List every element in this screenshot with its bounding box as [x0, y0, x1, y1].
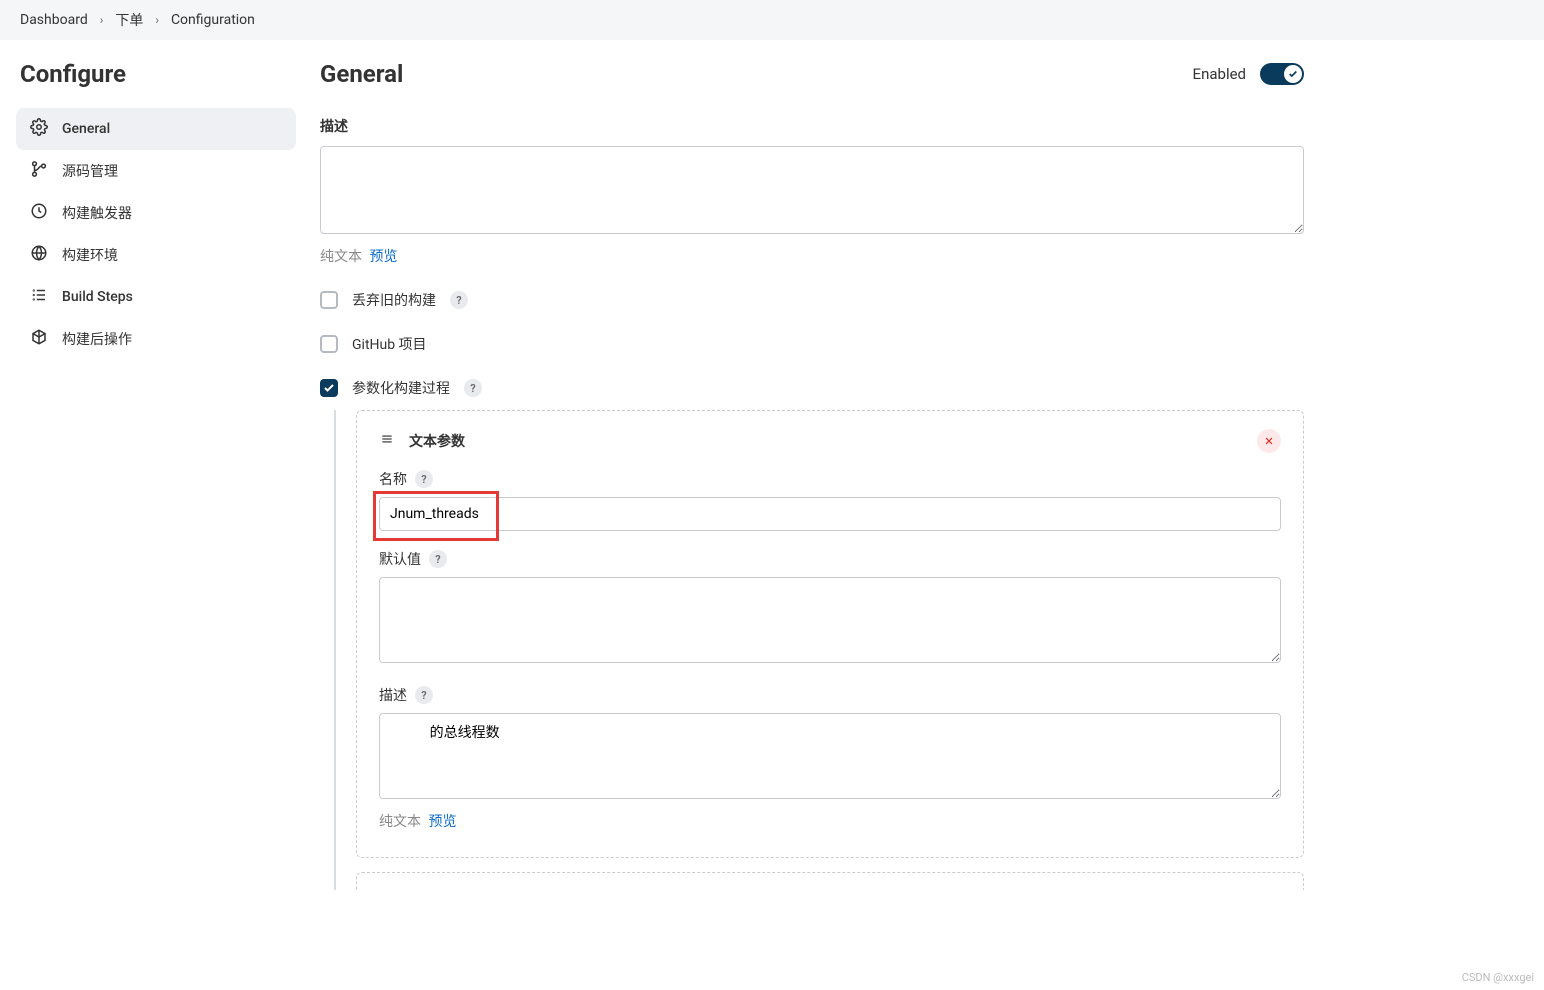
- sidebar-item-label: 构建后操作: [62, 329, 132, 349]
- sidebar-item-label: 构建触发器: [62, 203, 132, 223]
- content: General Enabled 描述 纯文本 预览 丢弃旧的构建 ?: [304, 40, 1544, 930]
- breadcrumb-item-dashboard[interactable]: Dashboard: [20, 12, 88, 28]
- parameterized-build-checkbox[interactable]: [320, 379, 338, 397]
- watermark: CSDN @xxxgei: [1462, 971, 1534, 984]
- package-icon: [30, 328, 48, 350]
- sidebar-item-scm[interactable]: 源码管理: [16, 150, 296, 192]
- plaintext-label: 纯文本: [379, 814, 421, 830]
- param-name-label: 名称: [379, 469, 407, 489]
- parameter-block: 文本参数 名称 ? 默认: [356, 410, 1304, 858]
- list-icon: [30, 286, 48, 308]
- check-icon: [1284, 65, 1302, 83]
- sidebar-item-label: 构建环境: [62, 245, 118, 265]
- help-icon[interactable]: ?: [415, 470, 433, 488]
- sidebar-title: Configure: [16, 60, 296, 88]
- enabled-toggle[interactable]: [1260, 63, 1304, 85]
- sidebar: Configure General 源码管理 构建触发器 构建环境: [0, 40, 304, 930]
- parameter-type-label: 文本参数: [409, 431, 465, 451]
- discard-old-builds-checkbox[interactable]: [320, 291, 338, 309]
- github-project-checkbox[interactable]: [320, 335, 338, 353]
- preview-link[interactable]: 预览: [369, 249, 397, 265]
- param-name-input[interactable]: [379, 497, 1281, 531]
- help-icon[interactable]: ?: [429, 550, 447, 568]
- page-title: General: [320, 60, 403, 88]
- sidebar-item-label: 源码管理: [62, 161, 118, 181]
- breadcrumb-item-project[interactable]: 下单: [115, 10, 143, 30]
- sidebar-item-post-build[interactable]: 构建后操作: [16, 318, 296, 360]
- github-project-label: GitHub 项目: [352, 334, 427, 354]
- breadcrumb-item-current: Configuration: [171, 12, 255, 28]
- sidebar-item-label: General: [62, 121, 110, 137]
- sidebar-item-build-steps[interactable]: Build Steps: [16, 276, 296, 318]
- param-desc-label: 描述: [379, 685, 407, 705]
- chevron-right-icon: ›: [100, 13, 104, 27]
- discard-old-builds-label: 丢弃旧的构建: [352, 290, 436, 310]
- preview-link[interactable]: 预览: [428, 814, 456, 830]
- sidebar-item-label: Build Steps: [62, 289, 133, 305]
- chevron-right-icon: ›: [155, 13, 159, 27]
- gear-icon: [30, 118, 48, 140]
- drag-handle-icon[interactable]: [379, 432, 395, 450]
- breadcrumb: Dashboard › 下单 › Configuration: [0, 0, 1544, 40]
- plaintext-label: 纯文本: [320, 249, 362, 265]
- description-textarea[interactable]: [320, 146, 1304, 234]
- clock-icon: [30, 202, 48, 224]
- globe-icon: [30, 244, 48, 266]
- remove-parameter-button[interactable]: [1257, 429, 1281, 453]
- sidebar-item-general[interactable]: General: [16, 108, 296, 150]
- description-label: 描述: [320, 116, 1304, 136]
- param-default-textarea[interactable]: [379, 577, 1281, 663]
- param-desc-textarea[interactable]: 的总线程数: [379, 713, 1281, 799]
- parameterized-build-label: 参数化构建过程: [352, 378, 450, 398]
- sidebar-item-triggers[interactable]: 构建触发器: [16, 192, 296, 234]
- branch-icon: [30, 160, 48, 182]
- parameter-block-next: [356, 872, 1304, 890]
- param-default-label: 默认值: [379, 549, 421, 569]
- enabled-label: Enabled: [1193, 65, 1246, 83]
- sidebar-item-build-env[interactable]: 构建环境: [16, 234, 296, 276]
- help-icon[interactable]: ?: [450, 291, 468, 309]
- help-icon[interactable]: ?: [464, 379, 482, 397]
- help-icon[interactable]: ?: [415, 686, 433, 704]
